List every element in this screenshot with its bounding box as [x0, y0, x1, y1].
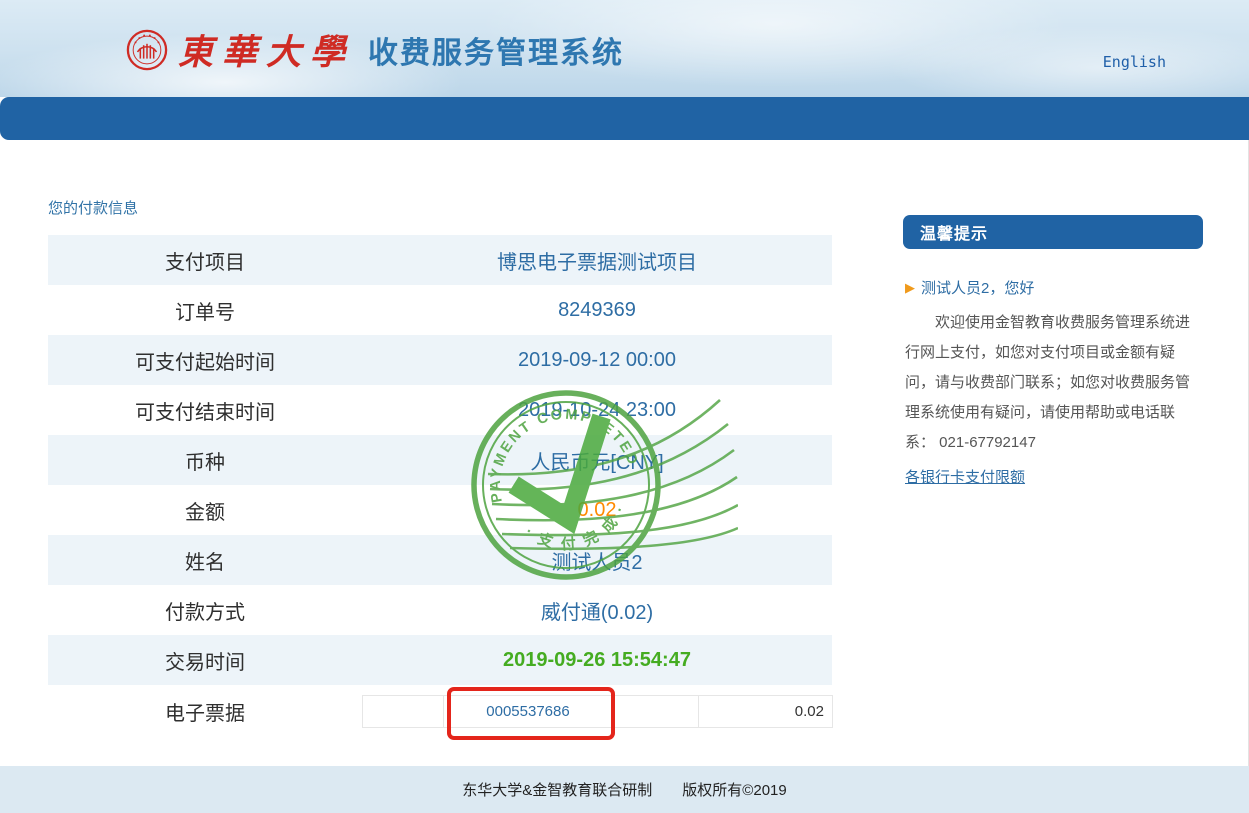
payment-row: 金额 0.02 [48, 485, 832, 535]
tips-body: ▶ 测试人员2，您好 欢迎使用金智教育收费服务管理系统进行网上支付，如您对支付项… [903, 249, 1203, 487]
payment-row: 交易时间 2019-09-26 15:54:47 [48, 635, 832, 685]
university-seal-icon [126, 29, 168, 71]
einvoice-number-link[interactable]: 0005537686 [444, 696, 613, 728]
main-navbar [0, 97, 1249, 140]
payment-row-value: 博思电子票据测试项目 [362, 235, 832, 285]
greeting-line: ▶ 测试人员2，您好 [905, 277, 1201, 298]
payment-row-label: 姓名 [48, 535, 362, 585]
tips-paragraph: 欢迎使用金智教育收费服务管理系统进行网上支付，如您对支付项目或金额有疑问，请与收… [905, 308, 1201, 458]
greeting-text: 测试人员2，您好 [921, 277, 1034, 298]
payment-row-label: 可支付结束时间 [48, 385, 362, 435]
payment-row-value: 人民币元[CNY] [362, 435, 832, 485]
payment-row-label: 交易时间 [48, 635, 362, 685]
einvoice-label: 电子票据 [48, 685, 362, 737]
payment-row-value: 2019-10-24 23:00 [362, 385, 832, 435]
einvoice-table: 0005537686 0.02 [362, 695, 833, 728]
brand: 東華大學 收费服务管理系统 [126, 24, 624, 75]
einvoice-amount: 0.02 [699, 696, 833, 728]
page-header: 東華大學 收费服务管理系统 English [0, 0, 1249, 97]
page-footer: 东华大学&金智教育联合研制 版权所有©2019 [0, 766, 1249, 813]
payment-row-value: 0.02 [362, 485, 832, 535]
payment-row-value: 2019-09-26 15:54:47 [362, 635, 832, 685]
system-title: 收费服务管理系统 [368, 28, 624, 72]
payment-row: 可支付结束时间 2019-10-24 23:00 [48, 385, 832, 435]
university-name: 東華大學 [178, 24, 354, 75]
payment-row-label: 币种 [48, 435, 362, 485]
bank-card-limit-link[interactable]: 各银行卡支付限额 [905, 466, 1025, 487]
payment-row: 付款方式 威付通(0.02) [48, 585, 832, 635]
payment-row-label: 付款方式 [48, 585, 362, 635]
payment-row-value: 测试人员2 [362, 535, 832, 585]
payment-row: 姓名 测试人员2 [48, 535, 832, 585]
einvoice-cell-empty [613, 696, 699, 728]
payment-section-title: 您的付款信息 [48, 197, 138, 218]
payment-row: 支付项目 博思电子票据测试项目 [48, 235, 832, 285]
einvoice-cell-empty [363, 696, 444, 728]
payment-row-value: 2019-09-12 00:00 [362, 335, 832, 385]
footer-credit: 东华大学&金智教育联合研制 [462, 779, 652, 800]
arrow-right-icon: ▶ [905, 280, 915, 296]
payment-row-label: 支付项目 [48, 235, 362, 285]
footer-copyright: 版权所有©2019 [682, 779, 786, 800]
einvoice-row: 电子票据 0005537686 0.02 [48, 685, 832, 737]
payment-row: 订单号 8249369 [48, 285, 832, 335]
english-language-link[interactable]: English [1103, 53, 1166, 71]
payment-row: 币种 人民币元[CNY] [48, 435, 832, 485]
tips-header: 温馨提示 [903, 215, 1203, 249]
payment-row-label: 可支付起始时间 [48, 335, 362, 385]
payment-info-table: 支付项目 博思电子票据测试项目 订单号 8249369 可支付起始时间 2019… [48, 235, 832, 685]
payment-row: 可支付起始时间 2019-09-12 00:00 [48, 335, 832, 385]
payment-row-value: 威付通(0.02) [362, 585, 832, 635]
tips-sidebar: 温馨提示 ▶ 测试人员2，您好 欢迎使用金智教育收费服务管理系统进行网上支付，如… [903, 215, 1203, 487]
payment-row-label: 金额 [48, 485, 362, 535]
payment-row-value: 8249369 [362, 285, 832, 335]
payment-row-label: 订单号 [48, 285, 362, 335]
